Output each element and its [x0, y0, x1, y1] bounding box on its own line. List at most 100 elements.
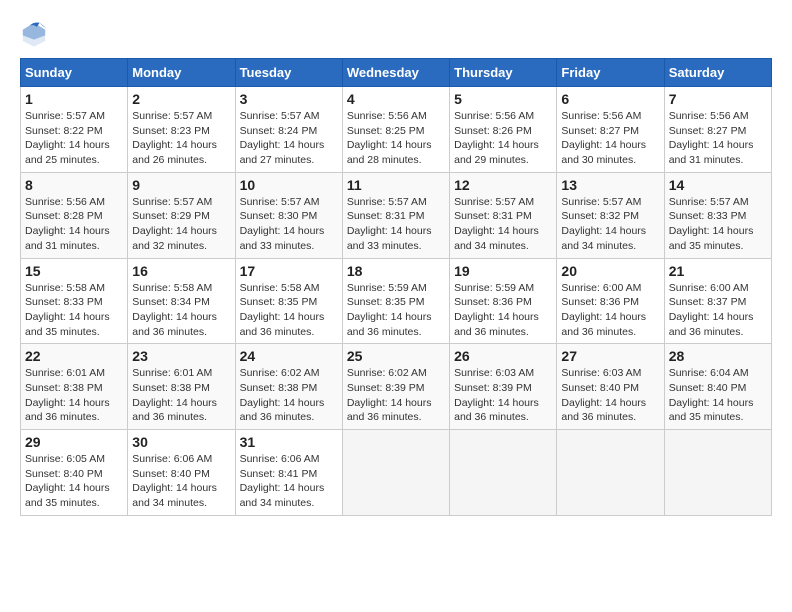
calendar-day-cell: 12 Sunrise: 5:57 AM Sunset: 8:31 PM Dayl… — [450, 172, 557, 258]
day-number: 3 — [240, 91, 338, 107]
calendar-day-cell: 3 Sunrise: 5:57 AM Sunset: 8:24 PM Dayli… — [235, 87, 342, 173]
day-info: Sunrise: 5:58 AM Sunset: 8:34 PM Dayligh… — [132, 281, 230, 340]
calendar-day-cell: 19 Sunrise: 5:59 AM Sunset: 8:36 PM Dayl… — [450, 258, 557, 344]
day-info: Sunrise: 5:57 AM Sunset: 8:31 PM Dayligh… — [454, 195, 552, 254]
day-info: Sunrise: 5:57 AM Sunset: 8:23 PM Dayligh… — [132, 109, 230, 168]
calendar-day-cell: 6 Sunrise: 5:56 AM Sunset: 8:27 PM Dayli… — [557, 87, 664, 173]
calendar-day-cell: 9 Sunrise: 5:57 AM Sunset: 8:29 PM Dayli… — [128, 172, 235, 258]
day-info: Sunrise: 5:57 AM Sunset: 8:29 PM Dayligh… — [132, 195, 230, 254]
weekday-header: Friday — [557, 59, 664, 87]
day-number: 30 — [132, 434, 230, 450]
day-number: 28 — [669, 348, 767, 364]
day-info: Sunrise: 5:58 AM Sunset: 8:33 PM Dayligh… — [25, 281, 123, 340]
calendar-day-cell: 18 Sunrise: 5:59 AM Sunset: 8:35 PM Dayl… — [342, 258, 449, 344]
day-number: 1 — [25, 91, 123, 107]
day-info: Sunrise: 5:58 AM Sunset: 8:35 PM Dayligh… — [240, 281, 338, 340]
calendar-body: 1 Sunrise: 5:57 AM Sunset: 8:22 PM Dayli… — [21, 87, 772, 516]
calendar-day-cell: 11 Sunrise: 5:57 AM Sunset: 8:31 PM Dayl… — [342, 172, 449, 258]
weekday-header: Monday — [128, 59, 235, 87]
weekday-header: Thursday — [450, 59, 557, 87]
calendar-day-cell: 8 Sunrise: 5:56 AM Sunset: 8:28 PM Dayli… — [21, 172, 128, 258]
calendar-week-row: 22 Sunrise: 6:01 AM Sunset: 8:38 PM Dayl… — [21, 344, 772, 430]
day-number: 31 — [240, 434, 338, 450]
weekday-row: SundayMondayTuesdayWednesdayThursdayFrid… — [21, 59, 772, 87]
calendar-week-row: 15 Sunrise: 5:58 AM Sunset: 8:33 PM Dayl… — [21, 258, 772, 344]
calendar-day-cell: 17 Sunrise: 5:58 AM Sunset: 8:35 PM Dayl… — [235, 258, 342, 344]
calendar-day-cell: 21 Sunrise: 6:00 AM Sunset: 8:37 PM Dayl… — [664, 258, 771, 344]
day-info: Sunrise: 6:03 AM Sunset: 8:39 PM Dayligh… — [454, 366, 552, 425]
day-number: 26 — [454, 348, 552, 364]
day-info: Sunrise: 5:56 AM Sunset: 8:28 PM Dayligh… — [25, 195, 123, 254]
calendar-day-cell: 10 Sunrise: 5:57 AM Sunset: 8:30 PM Dayl… — [235, 172, 342, 258]
calendar-day-cell: 2 Sunrise: 5:57 AM Sunset: 8:23 PM Dayli… — [128, 87, 235, 173]
day-info: Sunrise: 6:00 AM Sunset: 8:37 PM Dayligh… — [669, 281, 767, 340]
weekday-header: Sunday — [21, 59, 128, 87]
day-info: Sunrise: 5:56 AM Sunset: 8:27 PM Dayligh… — [561, 109, 659, 168]
calendar-day-cell: 22 Sunrise: 6:01 AM Sunset: 8:38 PM Dayl… — [21, 344, 128, 430]
day-info: Sunrise: 5:56 AM Sunset: 8:26 PM Dayligh… — [454, 109, 552, 168]
day-info: Sunrise: 5:56 AM Sunset: 8:25 PM Dayligh… — [347, 109, 445, 168]
calendar-week-row: 29 Sunrise: 6:05 AM Sunset: 8:40 PM Dayl… — [21, 430, 772, 516]
day-number: 22 — [25, 348, 123, 364]
calendar-day-cell: 23 Sunrise: 6:01 AM Sunset: 8:38 PM Dayl… — [128, 344, 235, 430]
day-number: 8 — [25, 177, 123, 193]
calendar-day-cell: 5 Sunrise: 5:56 AM Sunset: 8:26 PM Dayli… — [450, 87, 557, 173]
calendar-day-cell: 31 Sunrise: 6:06 AM Sunset: 8:41 PM Dayl… — [235, 430, 342, 516]
day-number: 18 — [347, 263, 445, 279]
calendar-day-cell: 4 Sunrise: 5:56 AM Sunset: 8:25 PM Dayli… — [342, 87, 449, 173]
day-info: Sunrise: 6:02 AM Sunset: 8:38 PM Dayligh… — [240, 366, 338, 425]
day-number: 12 — [454, 177, 552, 193]
calendar-day-cell: 7 Sunrise: 5:56 AM Sunset: 8:27 PM Dayli… — [664, 87, 771, 173]
calendar-day-cell — [664, 430, 771, 516]
calendar-day-cell — [450, 430, 557, 516]
day-number: 15 — [25, 263, 123, 279]
calendar-day-cell: 30 Sunrise: 6:06 AM Sunset: 8:40 PM Dayl… — [128, 430, 235, 516]
day-number: 4 — [347, 91, 445, 107]
calendar-header: SundayMondayTuesdayWednesdayThursdayFrid… — [21, 59, 772, 87]
calendar-day-cell: 24 Sunrise: 6:02 AM Sunset: 8:38 PM Dayl… — [235, 344, 342, 430]
day-number: 25 — [347, 348, 445, 364]
day-number: 19 — [454, 263, 552, 279]
day-number: 10 — [240, 177, 338, 193]
weekday-header: Tuesday — [235, 59, 342, 87]
day-number: 17 — [240, 263, 338, 279]
calendar-week-row: 1 Sunrise: 5:57 AM Sunset: 8:22 PM Dayli… — [21, 87, 772, 173]
calendar-day-cell: 14 Sunrise: 5:57 AM Sunset: 8:33 PM Dayl… — [664, 172, 771, 258]
calendar-day-cell — [557, 430, 664, 516]
day-info: Sunrise: 5:59 AM Sunset: 8:36 PM Dayligh… — [454, 281, 552, 340]
day-number: 21 — [669, 263, 767, 279]
day-number: 5 — [454, 91, 552, 107]
calendar-day-cell: 13 Sunrise: 5:57 AM Sunset: 8:32 PM Dayl… — [557, 172, 664, 258]
day-info: Sunrise: 5:57 AM Sunset: 8:22 PM Dayligh… — [25, 109, 123, 168]
calendar-day-cell — [342, 430, 449, 516]
day-number: 27 — [561, 348, 659, 364]
day-info: Sunrise: 6:01 AM Sunset: 8:38 PM Dayligh… — [25, 366, 123, 425]
weekday-header: Wednesday — [342, 59, 449, 87]
day-number: 13 — [561, 177, 659, 193]
day-number: 11 — [347, 177, 445, 193]
calendar-day-cell: 27 Sunrise: 6:03 AM Sunset: 8:40 PM Dayl… — [557, 344, 664, 430]
day-info: Sunrise: 5:57 AM Sunset: 8:32 PM Dayligh… — [561, 195, 659, 254]
day-info: Sunrise: 5:57 AM Sunset: 8:31 PM Dayligh… — [347, 195, 445, 254]
calendar-day-cell: 1 Sunrise: 5:57 AM Sunset: 8:22 PM Dayli… — [21, 87, 128, 173]
calendar-day-cell: 25 Sunrise: 6:02 AM Sunset: 8:39 PM Dayl… — [342, 344, 449, 430]
day-info: Sunrise: 6:06 AM Sunset: 8:40 PM Dayligh… — [132, 452, 230, 511]
day-info: Sunrise: 6:06 AM Sunset: 8:41 PM Dayligh… — [240, 452, 338, 511]
day-info: Sunrise: 6:03 AM Sunset: 8:40 PM Dayligh… — [561, 366, 659, 425]
day-info: Sunrise: 5:57 AM Sunset: 8:24 PM Dayligh… — [240, 109, 338, 168]
logo — [20, 20, 52, 48]
day-number: 20 — [561, 263, 659, 279]
day-info: Sunrise: 6:01 AM Sunset: 8:38 PM Dayligh… — [132, 366, 230, 425]
weekday-header: Saturday — [664, 59, 771, 87]
calendar-week-row: 8 Sunrise: 5:56 AM Sunset: 8:28 PM Dayli… — [21, 172, 772, 258]
day-number: 23 — [132, 348, 230, 364]
day-number: 2 — [132, 91, 230, 107]
day-number: 16 — [132, 263, 230, 279]
day-info: Sunrise: 5:59 AM Sunset: 8:35 PM Dayligh… — [347, 281, 445, 340]
calendar-day-cell: 29 Sunrise: 6:05 AM Sunset: 8:40 PM Dayl… — [21, 430, 128, 516]
day-info: Sunrise: 5:56 AM Sunset: 8:27 PM Dayligh… — [669, 109, 767, 168]
day-number: 6 — [561, 91, 659, 107]
day-info: Sunrise: 6:04 AM Sunset: 8:40 PM Dayligh… — [669, 366, 767, 425]
day-number: 14 — [669, 177, 767, 193]
day-number: 29 — [25, 434, 123, 450]
